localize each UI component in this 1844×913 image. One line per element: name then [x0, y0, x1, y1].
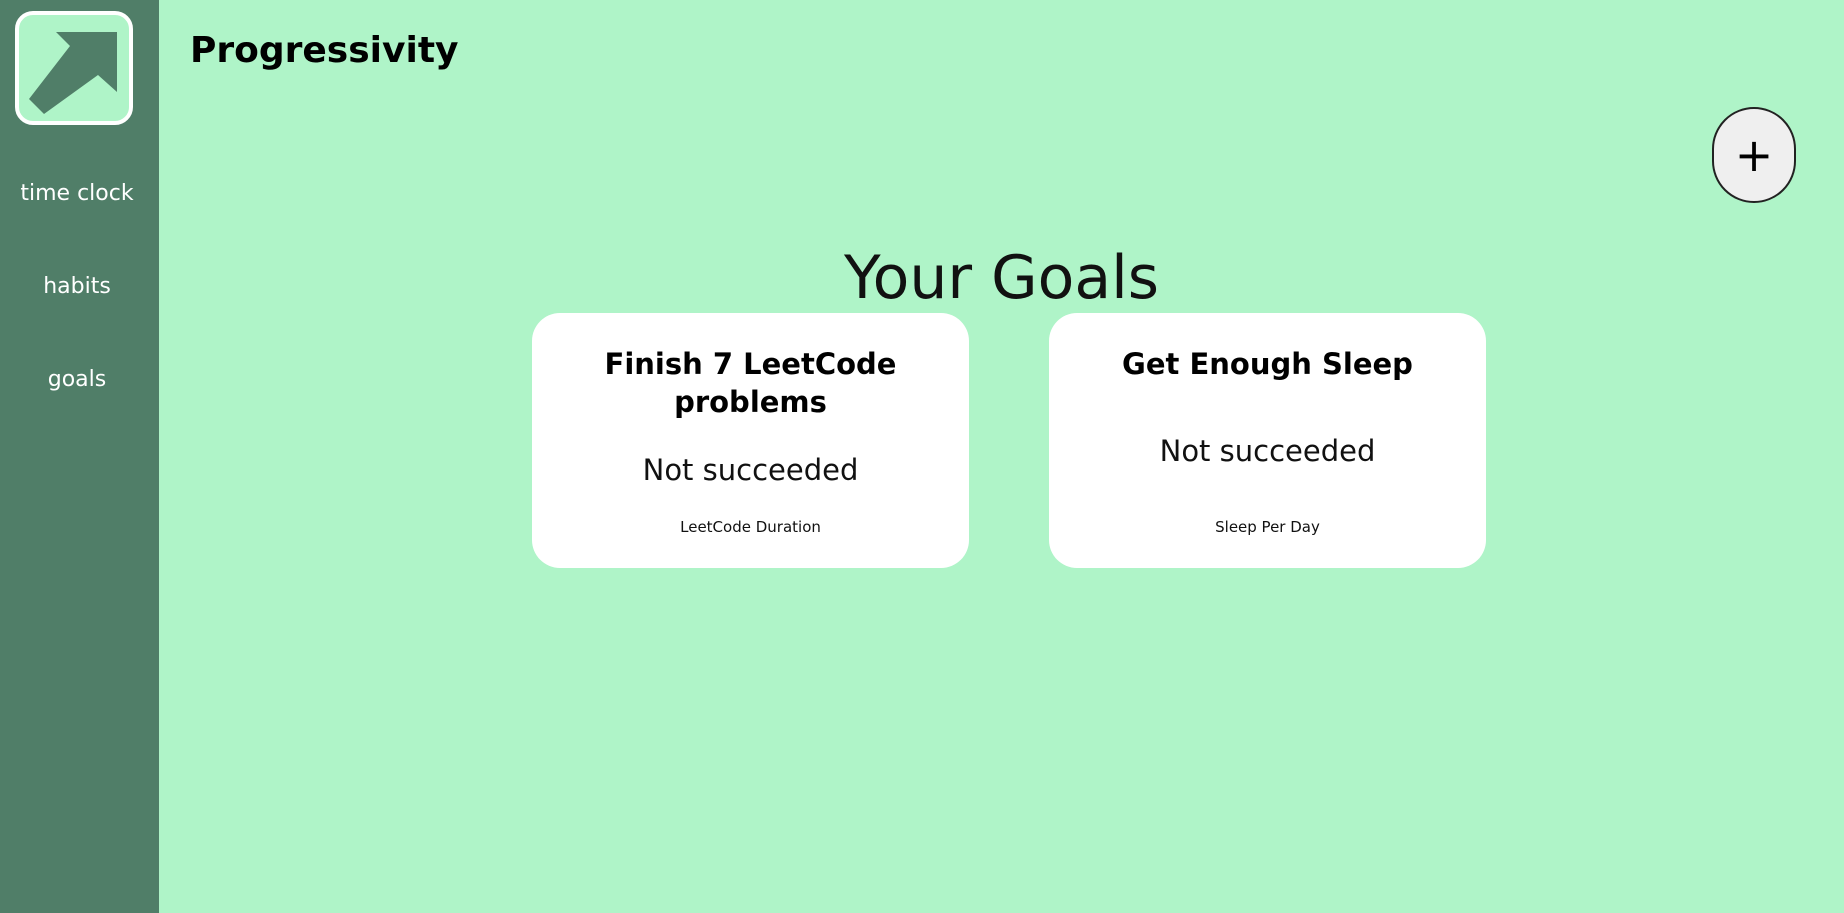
goal-title: Finish 7 LeetCode problems: [604, 347, 897, 419]
goal-metric: LeetCode Duration: [680, 518, 821, 536]
add-goal-button[interactable]: +: [1712, 107, 1796, 203]
sidebar: time clock habits goals: [0, 0, 159, 913]
goal-status: Not succeeded: [642, 453, 859, 487]
sidebar-item-time-clock[interactable]: time clock: [0, 180, 154, 208]
goal-title: Get Enough Sleep: [1122, 347, 1413, 381]
sidebar-item-goals[interactable]: goals: [0, 366, 154, 394]
logo[interactable]: [15, 11, 133, 125]
goal-metric: Sleep Per Day: [1215, 518, 1320, 536]
sidebar-item-habits[interactable]: habits: [0, 273, 154, 301]
arrow-up-right-icon: [29, 32, 117, 114]
app-root: time clock habits goals Progressivity + …: [0, 0, 1844, 913]
plus-icon: +: [1734, 128, 1774, 182]
goal-card[interactable]: Finish 7 LeetCode problems Not succeeded…: [532, 313, 969, 568]
page-title: Your Goals: [843, 243, 1160, 313]
goal-card[interactable]: Get Enough Sleep Not succeeded Sleep Per…: [1049, 313, 1486, 568]
goal-status: Not succeeded: [1159, 434, 1376, 468]
app-title: Progressivity: [190, 30, 459, 71]
